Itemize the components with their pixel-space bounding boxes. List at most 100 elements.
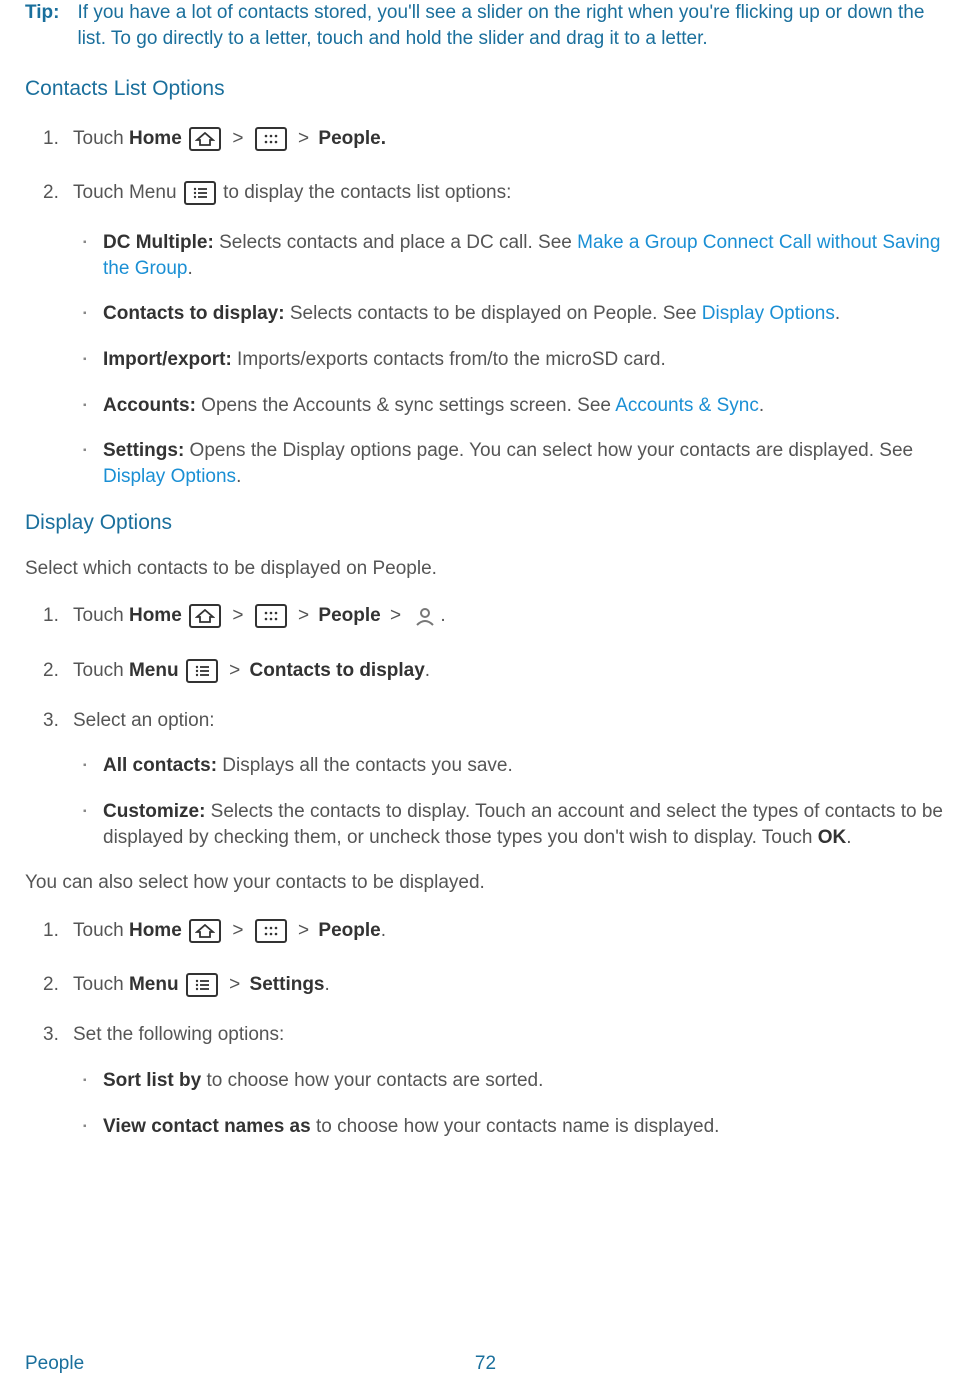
paragraph: Select which contacts to be displayed on… (25, 556, 946, 582)
step-number: 2. (43, 968, 59, 1002)
apps-icon (255, 919, 287, 943)
heading-contacts-list-options: Contacts List Options (25, 75, 946, 103)
bullet-label: DC Multiple: (103, 232, 214, 253)
paragraph: You can also select how your contacts to… (25, 870, 946, 896)
label-settings: Settings (250, 974, 325, 995)
link-display-options[interactable]: Display Options (702, 303, 835, 324)
separator: > (229, 660, 240, 681)
bullets-contacts-list-options: DC Multiple: Selects contacts and place … (25, 230, 946, 489)
label-home: Home (129, 128, 182, 149)
home-icon (189, 127, 221, 151)
separator: > (232, 128, 243, 149)
menu-icon (186, 973, 218, 997)
contact-icon (412, 604, 438, 628)
step-2: 2. Touch Menu to display the contacts li… (73, 176, 946, 210)
step-text: Select an option: (73, 710, 215, 731)
bullet-text: Imports/exports contacts from/to the mic… (232, 349, 666, 370)
steps-display-options-1: 1. Touch Home > > People > . 2. Touch Me… (25, 599, 946, 733)
label-home: Home (129, 920, 182, 941)
label-menu: Menu (129, 974, 179, 995)
separator: > (298, 605, 309, 626)
bullets-settings-options: Sort list by to choose how your contacts… (25, 1068, 946, 1139)
step-2: 2. Touch Menu > Contacts to display. (73, 654, 946, 688)
step-text: Touch (73, 920, 129, 941)
step-text: Touch (73, 974, 129, 995)
link-display-options[interactable]: Display Options (103, 466, 236, 487)
label-people: People (318, 920, 380, 941)
tip-text: If you have a lot of contacts stored, yo… (77, 0, 946, 51)
label-ok: OK (818, 827, 847, 848)
list-item: Sort list by to choose how your contacts… (103, 1068, 946, 1094)
separator: > (232, 605, 243, 626)
separator: > (229, 974, 240, 995)
bullets-display-options: All contacts: Displays all the contacts … (25, 753, 946, 850)
label-people: People. (318, 128, 386, 149)
step-number: 1. (43, 122, 59, 156)
step-2: 2. Touch Menu > Settings. (73, 968, 946, 1002)
bullet-text: Opens the Accounts & sync settings scree… (196, 395, 615, 416)
label-people: People (318, 605, 380, 626)
step-3: 3. Select an option: (73, 708, 946, 734)
tip-label: Tip: (25, 0, 59, 51)
tip-block: Tip: If you have a lot of contacts store… (25, 0, 946, 51)
steps-display-options-2: 1. Touch Home > > People. 2. Touch Menu … (25, 914, 946, 1048)
step-1: 1. Touch Home > > People > . (73, 599, 946, 633)
step-number: 1. (43, 599, 59, 633)
list-item: Contacts to display: Selects contacts to… (103, 301, 946, 327)
heading-display-options: Display Options (25, 509, 946, 537)
separator: > (232, 920, 243, 941)
bullet-label: Contacts to display: (103, 303, 285, 324)
footer-page-number: 72 (475, 1351, 496, 1377)
step-text: Touch (73, 605, 129, 626)
bullet-text: Opens the Display options page. You can … (184, 440, 913, 461)
step-number: 1. (43, 914, 59, 948)
bullet-label: Settings: (103, 440, 184, 461)
step-text: to display the contacts list options: (223, 182, 511, 203)
apps-icon (255, 604, 287, 628)
step-number: 2. (43, 654, 59, 688)
list-item: View contact names as to choose how your… (103, 1114, 946, 1140)
list-item: Import/export: Imports/exports contacts … (103, 347, 946, 373)
step-text: Touch Menu (73, 182, 182, 203)
bullet-text: to choose how your contacts are sorted. (201, 1070, 543, 1091)
bullet-text: Selects contacts and place a DC call. Se… (214, 232, 577, 253)
apps-icon (255, 127, 287, 151)
home-icon (189, 604, 221, 628)
bullet-label: View contact names as (103, 1116, 311, 1137)
step-1: 1. Touch Home > > People. (73, 914, 946, 948)
label-contacts-to-display: Contacts to display (250, 660, 425, 681)
list-item: Accounts: Opens the Accounts & sync sett… (103, 393, 946, 419)
menu-icon (184, 181, 216, 205)
step-text: Touch (73, 660, 129, 681)
bullet-label: Import/export: (103, 349, 232, 370)
bullet-text: Displays all the contacts you save. (217, 755, 513, 776)
step-number: 3. (43, 708, 59, 734)
bullet-label: Customize: (103, 801, 205, 822)
menu-icon (186, 659, 218, 683)
bullet-label: All contacts: (103, 755, 217, 776)
separator: > (298, 920, 309, 941)
link-accounts-sync[interactable]: Accounts & Sync (615, 395, 759, 416)
label-menu: Menu (129, 660, 179, 681)
step-number: 3. (43, 1022, 59, 1048)
list-item: DC Multiple: Selects contacts and place … (103, 230, 946, 281)
step-number: 2. (43, 176, 59, 210)
label-home: Home (129, 605, 182, 626)
bullet-label: Accounts: (103, 395, 196, 416)
bullet-text: to choose how your contacts name is disp… (311, 1116, 720, 1137)
step-text: Touch (73, 128, 129, 149)
bullet-text: Selects contacts to be displayed on Peop… (285, 303, 702, 324)
separator: > (390, 605, 401, 626)
list-item: All contacts: Displays all the contacts … (103, 753, 946, 779)
step-3: 3. Set the following options: (73, 1022, 946, 1048)
page-footer: People 72 (25, 1351, 946, 1377)
step-text: Set the following options: (73, 1024, 284, 1045)
separator: > (298, 128, 309, 149)
steps-contacts-list-options: 1. Touch Home > > People. 2. Touch Menu … (25, 122, 946, 210)
list-item: Settings: Opens the Display options page… (103, 438, 946, 489)
step-1: 1. Touch Home > > People. (73, 122, 946, 156)
home-icon (189, 919, 221, 943)
list-item: Customize: Selects the contacts to displ… (103, 799, 946, 850)
footer-section: People (25, 1351, 84, 1377)
bullet-label: Sort list by (103, 1070, 201, 1091)
